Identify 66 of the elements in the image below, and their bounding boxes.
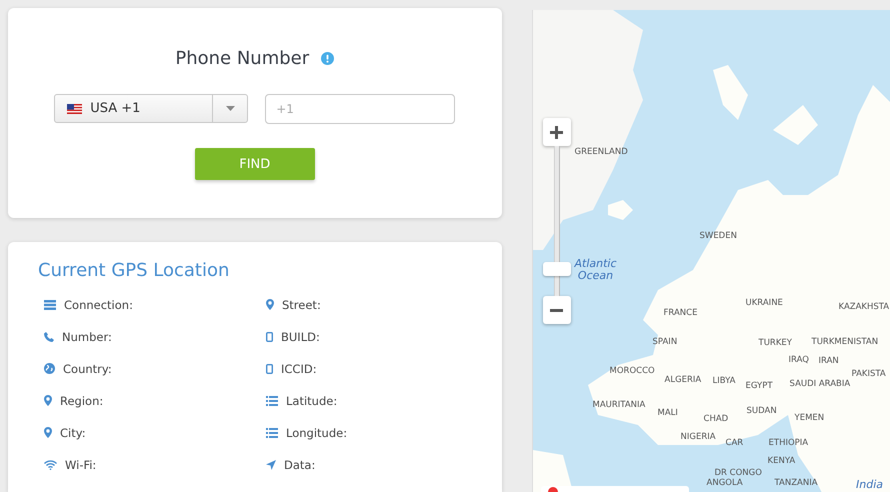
field-label: Data: (284, 458, 316, 472)
country-label: MOROCCO (610, 367, 655, 376)
zoom-out-button[interactable] (542, 296, 571, 324)
field-label: Latitude: (286, 394, 338, 408)
ocean-label: Atlantic Ocean (573, 258, 618, 282)
country-label: ANGOLA (706, 479, 743, 488)
country-label: KAZAKHSTA (838, 303, 890, 312)
location-pin-icon (44, 395, 52, 406)
ocean-label: India (855, 479, 884, 492)
flag-icon (67, 104, 82, 114)
country-label: IRAQ (788, 356, 809, 366)
country-label: ALGERIA (664, 376, 702, 386)
country-label: SWEDEN (700, 232, 737, 242)
minus-icon (550, 308, 564, 312)
country-label: LIBYA (712, 377, 736, 386)
country-label: KENYA (768, 457, 796, 466)
country-label: UKRAINE (746, 299, 783, 308)
country-select[interactable]: USA +1 (54, 94, 248, 123)
country-label: CHAD (704, 415, 728, 424)
field-label: Wi-Fi: (65, 458, 96, 472)
location-pin-icon (266, 299, 274, 310)
mobile-phone-icon (266, 364, 273, 374)
country-label: TURKEY (758, 339, 792, 348)
country-label: MAURITANIA (592, 401, 646, 410)
list-icon (266, 396, 278, 406)
country-label: SPAIN (652, 338, 678, 348)
country-label: TANZANIA (774, 479, 818, 488)
mobile-phone-icon (266, 332, 273, 342)
list-icon (266, 428, 278, 438)
country-label: CAR (726, 439, 744, 448)
phone-icon (44, 332, 54, 342)
country-label: PAKISTA (852, 370, 886, 380)
server-icon (44, 300, 56, 310)
country-label: YEMEN (794, 414, 824, 424)
zoom-in-button[interactable] (542, 118, 571, 146)
zoom-slider-thumb[interactable] (542, 262, 571, 276)
country-label: GREENLAND (574, 148, 628, 158)
field-label: City: (60, 426, 86, 440)
plus-icon (550, 126, 564, 138)
location-pin-icon (44, 427, 52, 438)
country-label: NIGERIA (680, 433, 716, 442)
country-label: IRAN (818, 357, 839, 366)
country-label: MALI (658, 409, 678, 418)
field-label: Street: (282, 298, 321, 312)
country-label: ETHIOPIA (768, 439, 808, 448)
card-title: Phone Number (175, 48, 310, 69)
country-label: DR CONGO (714, 469, 762, 478)
globe-icon (44, 363, 55, 374)
field-label: Longitude: (286, 426, 348, 440)
card-title: Current GPS Location (38, 260, 230, 281)
field-label: Region: (60, 394, 104, 408)
field-label: Connection: (64, 298, 133, 312)
info-icon[interactable] (321, 52, 334, 65)
country-label: SAUDI ARABIA (790, 380, 850, 390)
field-label: Country: (63, 362, 112, 376)
wifi-icon (44, 460, 57, 470)
country-label: FRANCE (664, 309, 698, 318)
field-label: BUILD: (281, 330, 320, 344)
caret-icon (226, 106, 235, 111)
field-label: ICCID: (281, 362, 317, 376)
navigation-arrow-icon (266, 460, 276, 470)
country-label: SUDAN (746, 407, 777, 416)
country-label: TURKMENISTAN (812, 338, 878, 348)
field-label: Number: (62, 330, 112, 344)
phone-field[interactable]: +1 (265, 94, 456, 124)
country-label: EGYPT (746, 382, 773, 392)
